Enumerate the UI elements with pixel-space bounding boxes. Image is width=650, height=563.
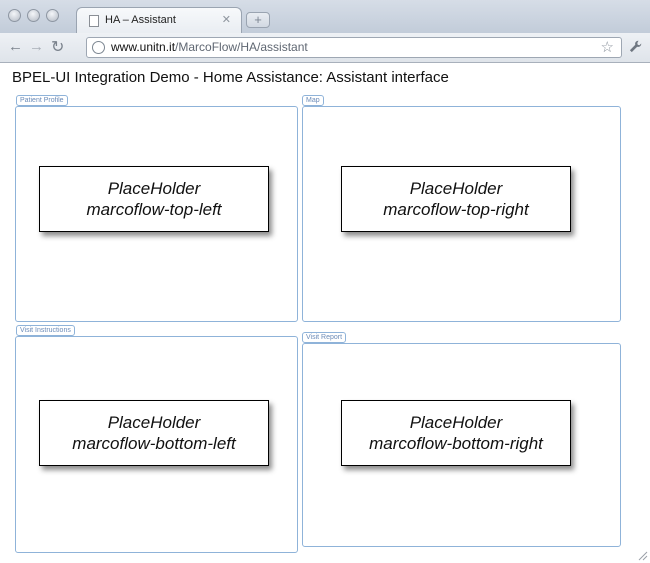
back-arrow-icon[interactable]: ←	[8, 38, 23, 55]
address-bar[interactable]: www.unitn.it/MarcoFlow/HA/assistant ☆	[86, 37, 622, 58]
browser-titlebar: HA – Assistant ✕ +	[0, 0, 650, 34]
star-icon[interactable]: ☆	[601, 38, 614, 56]
placeholder-id: marcoflow-bottom-right	[369, 434, 543, 453]
page-icon	[89, 15, 99, 27]
placeholder-id: marcoflow-top-right	[383, 200, 529, 219]
page-title: BPEL-UI Integration Demo - Home Assistan…	[12, 69, 449, 86]
url-text[interactable]: www.unitn.it/MarcoFlow/HA/assistant	[111, 40, 308, 54]
placeholder-top-left: PlaceHolder marcoflow-top-left	[39, 166, 269, 232]
url-path: /MarcoFlow/HA/assistant	[175, 40, 308, 54]
close-window-button[interactable]	[8, 9, 21, 22]
placeholder-bottom-right: PlaceHolder marcoflow-bottom-right	[341, 400, 571, 466]
wrench-icon[interactable]	[629, 40, 642, 56]
placeholder-title: PlaceHolder	[107, 179, 201, 198]
panel-legend-visit-report: Visit Report	[302, 332, 347, 343]
tab-close-icon[interactable]: ✕	[222, 13, 231, 26]
url-host: www.unitn.it	[111, 40, 176, 54]
placeholder-title: PlaceHolder	[107, 413, 201, 432]
panel-legend-map: Map	[302, 95, 324, 106]
browser-tab-active[interactable]: HA – Assistant ✕	[76, 7, 242, 34]
placeholder-title: PlaceHolder	[409, 179, 503, 198]
globe-icon	[92, 41, 105, 54]
zoom-window-button[interactable]	[46, 9, 59, 22]
tab-title: HA – Assistant	[105, 14, 176, 26]
browser-toolbar: ← → ↻ www.unitn.it/MarcoFlow/HA/assistan…	[0, 33, 650, 63]
placeholder-id: marcoflow-bottom-left	[72, 434, 236, 453]
forward-arrow-icon[interactable]: →	[29, 38, 44, 55]
panel-legend-patient-profile: Patient Profile	[16, 95, 68, 106]
panel-legend-visit-instructions: Visit Instructions	[16, 325, 75, 336]
reload-icon[interactable]: ↻	[51, 37, 64, 57]
resize-grip-icon[interactable]	[638, 551, 648, 561]
new-tab-button[interactable]: +	[246, 12, 270, 28]
placeholder-id: marcoflow-top-left	[86, 200, 222, 219]
minimize-window-button[interactable]	[27, 9, 40, 22]
placeholder-bottom-left: PlaceHolder marcoflow-bottom-left	[39, 400, 269, 466]
placeholder-top-right: PlaceHolder marcoflow-top-right	[341, 166, 571, 232]
placeholder-title: PlaceHolder	[409, 413, 503, 432]
